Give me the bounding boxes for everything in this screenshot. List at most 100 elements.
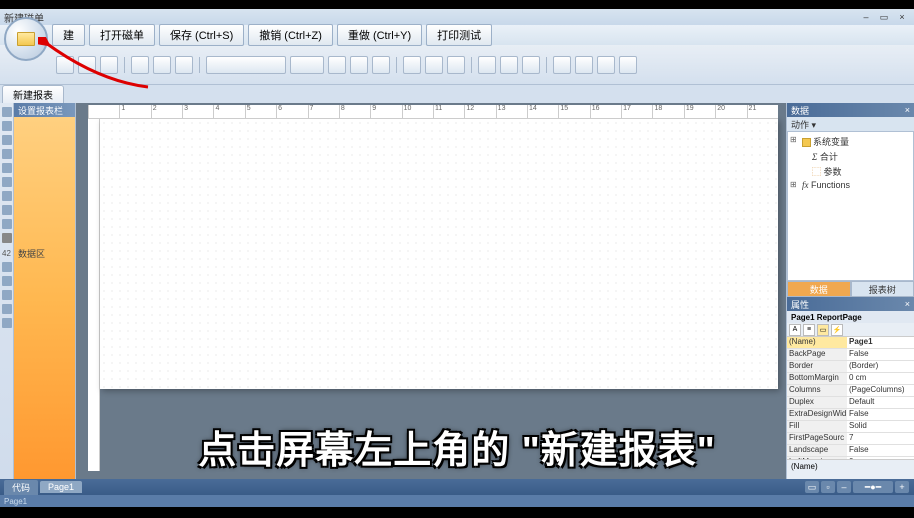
props-footer: (Name) (787, 459, 914, 479)
text-icon[interactable] (2, 121, 12, 131)
sort-az-icon[interactable]: A (789, 324, 801, 336)
action-dropdown[interactable]: 动作 ▾ (791, 118, 816, 131)
data-panel-header: 数据 × (787, 103, 914, 117)
data-panel-title: 数据 (791, 104, 809, 117)
fontsize-select[interactable] (290, 56, 324, 74)
undo-button[interactable]: 撤销 (Ctrl+Z) (248, 24, 333, 46)
titlebar: 新建磁单 – ▭ × (0, 9, 914, 25)
fill-icon[interactable] (500, 56, 518, 74)
prop-row[interactable]: FirstPageSourc7 (787, 433, 914, 445)
align-right-icon[interactable] (447, 56, 465, 74)
tool-icon[interactable] (575, 56, 593, 74)
table-icon[interactable] (2, 191, 12, 201)
data-region-label: 数据区 (18, 247, 45, 260)
checkbox-icon[interactable] (2, 219, 12, 229)
prop-row[interactable]: (Name)Page1 (787, 337, 914, 349)
font-select[interactable] (206, 56, 286, 74)
pointer-icon[interactable] (2, 107, 12, 117)
minimize-button[interactable]: – (858, 10, 874, 24)
prop-row[interactable]: Columns(PageColumns) (787, 385, 914, 397)
footer-info: Page1 (0, 495, 914, 507)
props-pages-icon[interactable]: ▭ (817, 324, 829, 336)
props-panel-header: 属性 × (787, 297, 914, 311)
ruler-vertical (88, 119, 100, 471)
prop-row[interactable]: DuplexDefault (787, 397, 914, 409)
zoom-in-icon[interactable]: + (895, 481, 909, 493)
sort-cat-icon[interactable]: ≡ (803, 324, 815, 336)
tool-icon[interactable] (131, 56, 149, 74)
align-left-icon[interactable] (403, 56, 421, 74)
zoom-slider[interactable]: ━●━ (853, 481, 893, 493)
tree-item-functions[interactable]: fx Functions (790, 179, 911, 191)
tool-icon[interactable] (56, 56, 74, 74)
tab-data[interactable]: 数据 (787, 281, 851, 297)
tool-icon[interactable] (100, 56, 118, 74)
prop-row[interactable]: FillSolid (787, 421, 914, 433)
save-button[interactable]: 保存 (Ctrl+S) (159, 24, 244, 46)
tool-icon[interactable] (597, 56, 615, 74)
redo-button[interactable]: 重做 (Ctrl+Y) (337, 24, 422, 46)
tool-icon[interactable] (553, 56, 571, 74)
tool-icon[interactable] (2, 318, 12, 328)
chart-icon[interactable] (2, 205, 12, 215)
right-panels: 数据 × 动作 ▾ 系统变量 Σ 合计 ⬚ 参数 fx Functions 数据… (786, 103, 914, 479)
align-center-icon[interactable] (425, 56, 443, 74)
prop-row[interactable]: LandscapeFalse (787, 445, 914, 457)
print-button[interactable]: 打印测试 (426, 24, 492, 46)
tool-icon[interactable] (175, 56, 193, 74)
prop-row[interactable]: Border(Border) (787, 361, 914, 373)
zoom-out-icon[interactable]: – (837, 481, 851, 493)
shape-icon[interactable] (2, 163, 12, 173)
open-button[interactable]: 打开磁单 (89, 24, 155, 46)
tree-item-totals[interactable]: Σ 合计 (790, 149, 911, 164)
maximize-button[interactable]: ▭ (876, 10, 892, 24)
close-icon[interactable]: × (905, 105, 910, 115)
tab-page1[interactable]: Page1 (40, 481, 82, 493)
config-panel-body[interactable]: 数据区 (14, 117, 75, 479)
data-tree: 系统变量 Σ 合计 ⬚ 参数 fx Functions (787, 131, 914, 281)
tab-new-report[interactable]: 新建报表 (2, 85, 64, 103)
props-grid: (Name)Page1BackPageFalseBorder(Border)Bo… (787, 337, 914, 459)
tool-icon[interactable] (619, 56, 637, 74)
props-events-icon[interactable]: ⚡ (831, 324, 843, 336)
tool-icon[interactable] (153, 56, 171, 74)
close-icon[interactable]: × (905, 299, 910, 309)
prop-row[interactable]: BottomMargin0 cm (787, 373, 914, 385)
prop-row[interactable]: BackPageFalse (787, 349, 914, 361)
bold-icon[interactable] (328, 56, 346, 74)
menubar: 建 打开磁单 保存 (Ctrl+S) 撤销 (Ctrl+Z) 重做 (Ctrl+… (0, 25, 914, 45)
data-toolbar: 动作 ▾ (787, 117, 914, 131)
tab-code[interactable]: 代码 (4, 480, 38, 495)
line-icon[interactable] (2, 149, 12, 159)
close-button[interactable]: × (894, 10, 910, 24)
fx-icon: fx (802, 180, 809, 190)
folder-icon (17, 32, 35, 46)
barcode-icon[interactable] (2, 177, 12, 187)
body: 42 设置报表栏 数据区 123456789101112131415161718… (0, 103, 914, 479)
toolbar (0, 45, 914, 85)
tool-icon[interactable] (78, 56, 96, 74)
zoom-fit-icon[interactable]: ▭ (805, 481, 819, 493)
tab-reporttree[interactable]: 报表树 (851, 281, 914, 297)
color-icon[interactable] (522, 56, 540, 74)
border-icon[interactable] (478, 56, 496, 74)
report-page[interactable] (100, 119, 778, 389)
right-tabs: 数据 报表树 (787, 281, 914, 297)
tool-icon[interactable] (2, 262, 12, 272)
underline-icon[interactable] (372, 56, 390, 74)
props-panel-title: 属性 (791, 298, 809, 311)
italic-icon[interactable] (350, 56, 368, 74)
properties-panel: 属性 × Page1 ReportPage A ≡ ▭ ⚡ (Name)Page… (787, 297, 914, 479)
tool-icon[interactable] (2, 276, 12, 286)
tool-icon[interactable] (2, 304, 12, 314)
tree-item-params[interactable]: ⬚ 参数 (790, 164, 911, 179)
sigma-icon: Σ (812, 152, 817, 162)
zoom-100-icon[interactable]: ▫ (821, 481, 835, 493)
tree-item-sysvars[interactable]: 系统变量 (790, 134, 911, 149)
app-menu-button[interactable] (4, 17, 48, 61)
tool-icon[interactable] (2, 233, 12, 243)
tool-icon[interactable] (2, 290, 12, 300)
prop-row[interactable]: ExtraDesignWidFalse (787, 409, 914, 421)
image-icon[interactable] (2, 135, 12, 145)
new-button[interactable]: 建 (52, 24, 85, 46)
